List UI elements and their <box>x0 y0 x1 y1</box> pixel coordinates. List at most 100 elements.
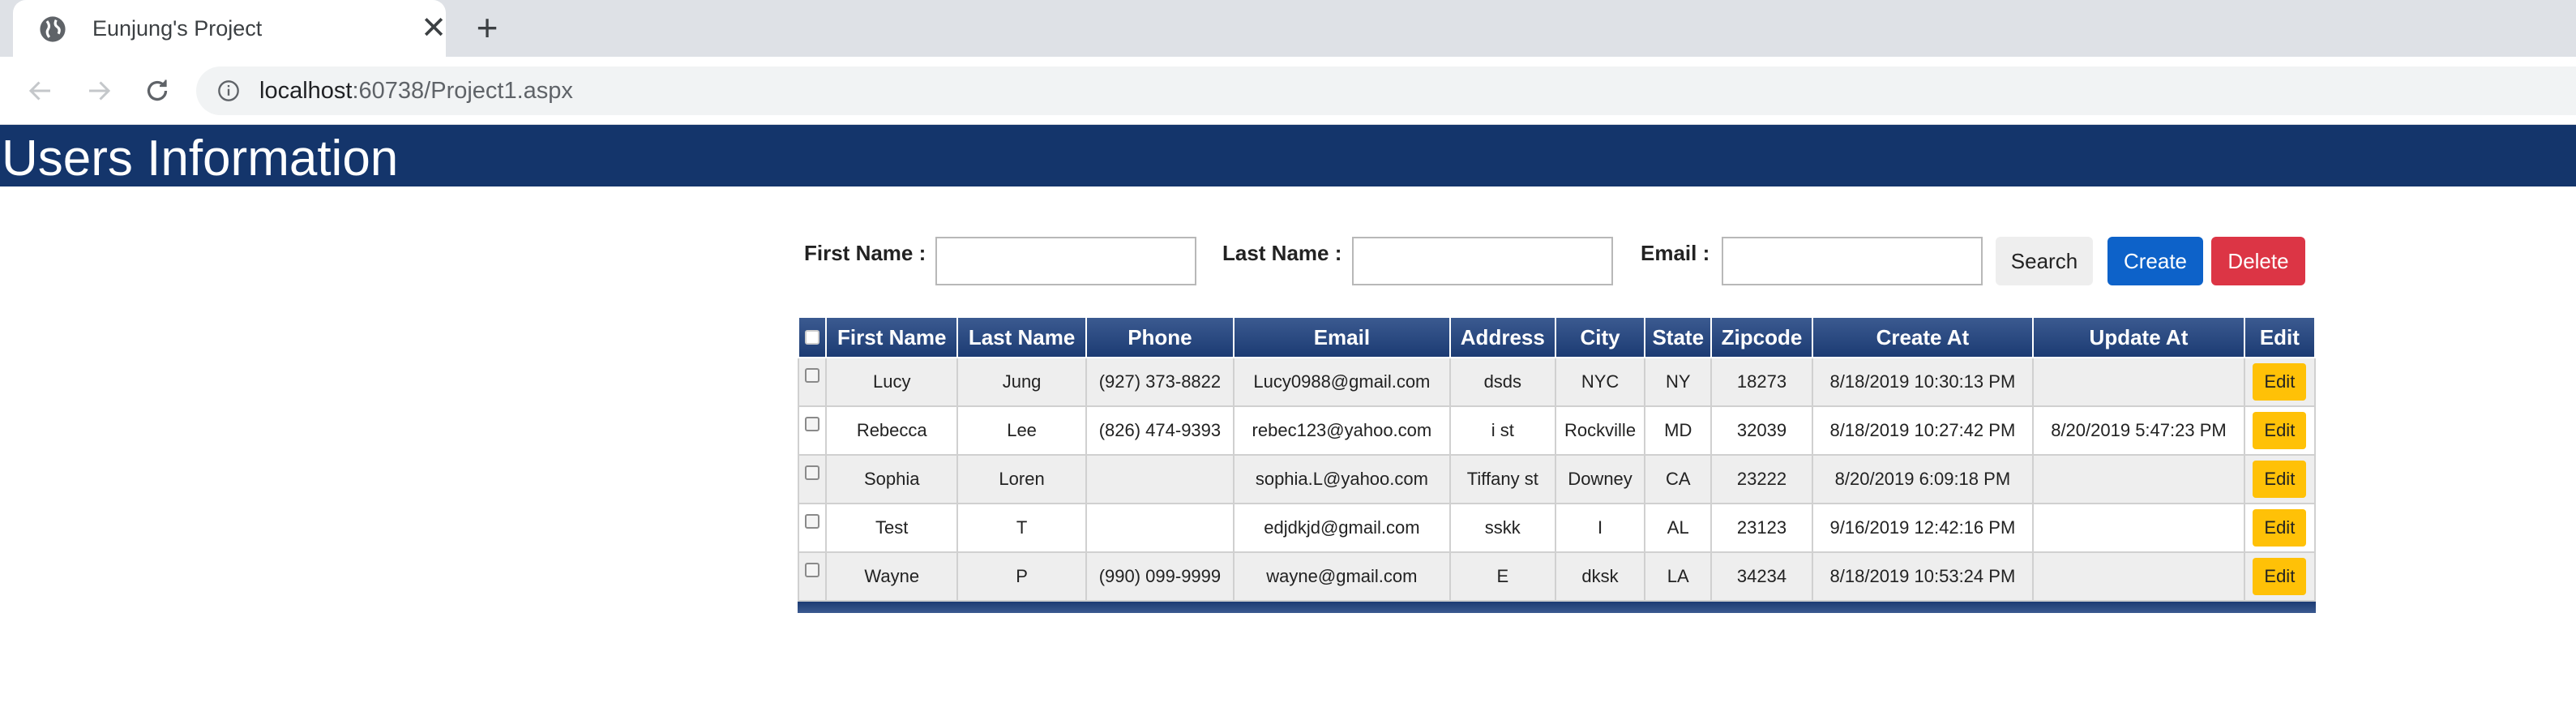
updated-at-cell <box>2032 503 2245 553</box>
city-cell: dksk <box>1554 551 1646 602</box>
new-tab-icon[interactable]: + <box>470 9 504 46</box>
first-name-input[interactable] <box>935 237 1196 285</box>
email-cell: wayne@gmail.com <box>1233 551 1451 602</box>
info-icon[interactable] <box>217 79 240 102</box>
column-header: Edit <box>2243 316 2317 358</box>
last-name-cell: Loren <box>956 454 1087 504</box>
zipcode-cell: 23123 <box>1710 503 1813 553</box>
users-table: First Name Last Name Phone Email Address… <box>797 316 2317 602</box>
edit-button[interactable]: Edit <box>2253 558 2307 595</box>
table-footer-bar <box>798 602 2316 613</box>
state-cell: NY <box>1644 357 1713 407</box>
row-select-cell <box>797 503 828 553</box>
edit-cell: Edit <box>2243 357 2317 407</box>
phone-cell: (927) 373-8822 <box>1085 357 1235 407</box>
column-header[interactable]: Zipcode <box>1710 316 1813 358</box>
globe-icon <box>40 16 66 42</box>
address-cell: dsds <box>1448 357 1556 407</box>
edit-button[interactable]: Edit <box>2253 509 2307 547</box>
column-header[interactable]: Email <box>1233 316 1451 358</box>
row-checkbox[interactable] <box>805 417 820 431</box>
column-header[interactable]: City <box>1554 316 1646 358</box>
phone-cell: (990) 099-9999 <box>1085 551 1235 602</box>
last-name-label: Last Name : <box>1222 241 1342 265</box>
row-select-cell <box>797 551 828 602</box>
edit-cell: Edit <box>2243 454 2317 504</box>
search-button[interactable]: Search <box>1996 237 2093 285</box>
last-name-cell: T <box>956 503 1087 553</box>
select-all-checkbox[interactable] <box>805 329 820 345</box>
row-select-cell <box>797 357 828 407</box>
state-cell: CA <box>1644 454 1713 504</box>
email-label: Email : <box>1641 241 1710 265</box>
row-checkbox[interactable] <box>805 465 820 480</box>
column-header[interactable]: Address <box>1448 316 1556 358</box>
first-name-cell: Wayne <box>825 551 959 602</box>
zipcode-cell: 32039 <box>1710 405 1813 456</box>
state-cell: MD <box>1644 405 1713 456</box>
row-checkbox[interactable] <box>805 514 820 529</box>
city-cell: I <box>1554 503 1646 553</box>
column-header[interactable]: Phone <box>1085 316 1235 358</box>
row-select-cell <box>797 405 828 456</box>
column-header[interactable]: Create At <box>1811 316 2035 358</box>
select-all-header <box>797 316 828 358</box>
email-input[interactable] <box>1722 237 1983 285</box>
first-name-cell: Sophia <box>825 454 959 504</box>
last-name-input[interactable] <box>1352 237 1613 285</box>
last-name-cell: P <box>956 551 1087 602</box>
created-at-cell: 8/18/2019 10:30:13 PM <box>1811 357 2035 407</box>
page-title: Users Information <box>2 131 399 186</box>
address-cell: sskk <box>1448 503 1556 553</box>
first-name-cell: Lucy <box>825 357 959 407</box>
browser-tab[interactable]: Eunjung's Project ✕ <box>13 0 449 57</box>
column-header[interactable]: Last Name <box>956 316 1087 358</box>
create-button[interactable]: Create <box>2107 237 2203 285</box>
back-arrow-icon[interactable] <box>23 73 58 109</box>
updated-at-cell <box>2032 454 2245 504</box>
phone-cell: (826) 474-9393 <box>1085 405 1235 456</box>
updated-at-cell <box>2032 551 2245 602</box>
column-header[interactable]: Update At <box>2032 316 2245 358</box>
url-text[interactable]: localhost:60738/Project1.aspx <box>259 76 573 105</box>
edit-button[interactable]: Edit <box>2253 461 2307 498</box>
url-host: localhost <box>259 78 353 104</box>
close-tab-icon[interactable]: ✕ <box>418 13 449 44</box>
email-cell: sophia.L@yahoo.com <box>1233 454 1451 504</box>
reload-icon[interactable] <box>139 73 175 109</box>
column-header[interactable]: First Name <box>825 316 959 358</box>
table-row: Lucy Jung (927) 373-8822 Lucy0988@gmail.… <box>797 357 2317 407</box>
state-cell: AL <box>1644 503 1713 553</box>
city-cell: Downey <box>1554 454 1646 504</box>
edit-cell: Edit <box>2243 551 2317 602</box>
edit-button[interactable]: Edit <box>2253 363 2307 401</box>
created-at-cell: 8/18/2019 10:27:42 PM <box>1811 405 2035 456</box>
last-name-cell: Lee <box>956 405 1087 456</box>
edit-cell: Edit <box>2243 503 2317 553</box>
table-row: Test T edjdkjd@gmail.com sskk I AL 23123… <box>797 503 2317 553</box>
row-checkbox[interactable] <box>805 368 820 383</box>
first-name-label: First Name : <box>804 241 926 265</box>
page-header: Users Information <box>0 125 2576 186</box>
address-bar[interactable]: localhost:60738/Project1.aspx <box>196 66 2576 115</box>
first-name-cell: Rebecca <box>825 405 959 456</box>
row-checkbox[interactable] <box>805 563 820 577</box>
address-cell: Tiffany st <box>1448 454 1556 504</box>
delete-button[interactable]: Delete <box>2211 237 2305 285</box>
column-header[interactable]: State <box>1644 316 1713 358</box>
email-cell: Lucy0988@gmail.com <box>1233 357 1451 407</box>
email-cell: edjdkjd@gmail.com <box>1233 503 1451 553</box>
table-header-row: First Name Last Name Phone Email Address… <box>797 316 2317 358</box>
table-row: Sophia Loren sophia.L@yahoo.com Tiffany … <box>797 454 2317 504</box>
address-cell: E <box>1448 551 1556 602</box>
tab-title: Eunjung's Project <box>92 16 263 41</box>
edit-button[interactable]: Edit <box>2253 412 2307 449</box>
edit-cell: Edit <box>2243 405 2317 456</box>
email-cell: rebec123@yahoo.com <box>1233 405 1451 456</box>
row-select-cell <box>797 454 828 504</box>
tab-strip: Eunjung's Project ✕ + <box>0 0 2576 57</box>
zipcode-cell: 23222 <box>1710 454 1813 504</box>
forward-arrow-icon[interactable] <box>81 73 117 109</box>
city-cell: NYC <box>1554 357 1646 407</box>
table-row: Wayne P (990) 099-9999 wayne@gmail.com E… <box>797 551 2317 602</box>
